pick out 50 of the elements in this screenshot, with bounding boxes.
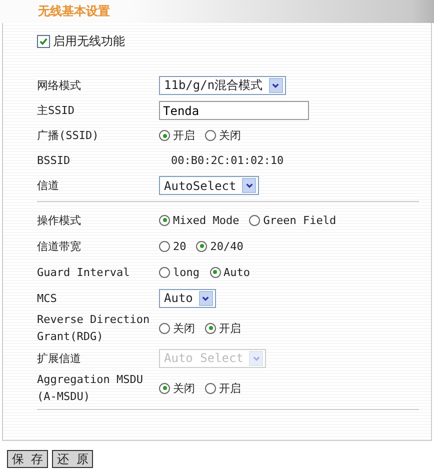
field-label: 信道带宽 (37, 238, 82, 254)
radio-button[interactable] (159, 240, 170, 252)
ssid-input[interactable]: Tenda (159, 101, 309, 120)
radio-button[interactable] (159, 322, 170, 334)
radio-button[interactable] (196, 240, 208, 252)
radio-button[interactable] (249, 214, 260, 226)
field-label: 网络模式 (37, 78, 82, 94)
field-label: Guard Interval (37, 264, 131, 280)
radio-label: 关闭 (219, 128, 241, 143)
checkbox[interactable] (37, 34, 50, 48)
radio-label: 开启 (219, 380, 241, 396)
page-title: 无线基本设置 (38, 3, 110, 20)
radio-label: Mixed Mode (173, 214, 240, 226)
field-label: 扩展信道 (37, 350, 82, 366)
radio-label: Auto (224, 266, 250, 278)
radio-label: 开启 (219, 320, 241, 336)
radio-button[interactable] (159, 130, 170, 141)
radio-button[interactable] (159, 266, 170, 278)
field-label: BSSID (37, 153, 72, 169)
radio-button[interactable] (205, 322, 216, 334)
radio-label: 20 (173, 240, 186, 252)
restore-button[interactable]: 还 原 (52, 450, 94, 468)
field-label: 主SSID (37, 103, 76, 119)
radio-button[interactable] (159, 214, 170, 226)
radio-button[interactable] (205, 382, 216, 394)
field-label: 信道 (37, 178, 60, 194)
chevron-down-icon (249, 350, 264, 366)
dropdown[interactable]: Auto (159, 288, 216, 308)
radio-label: Green Field (263, 214, 336, 226)
field-label: 广播(SSID) (37, 128, 100, 144)
radio-label: long (173, 266, 200, 278)
radio-button[interactable] (210, 266, 220, 278)
field-label: 操作模式 (37, 212, 82, 228)
chevron-down-icon (198, 290, 213, 306)
radio-label: 开启 (173, 128, 195, 143)
bssid-value: 00:B0:2C:01:02:10 (170, 154, 284, 167)
radio-button[interactable] (159, 382, 170, 394)
field-label: MCS (37, 290, 58, 306)
dropdown[interactable]: 11b/g/n混合模式 (159, 76, 286, 95)
checkbox-label: 启用无线功能 (53, 32, 125, 50)
radio-label: 20/40 (210, 240, 244, 252)
field-label: Aggregation MSDU (A-MSDU) (37, 372, 144, 405)
radio-button[interactable] (205, 130, 216, 141)
dropdown[interactable]: AutoSelect (159, 176, 260, 195)
chevron-down-icon (268, 78, 283, 93)
radio-label: 关闭 (173, 380, 195, 396)
chevron-down-icon (242, 178, 256, 193)
field-label: Reverse Direction Grant(RDG) (37, 312, 151, 345)
radio-label: 关闭 (173, 320, 195, 336)
save-button[interactable]: 保 存 (7, 450, 48, 468)
